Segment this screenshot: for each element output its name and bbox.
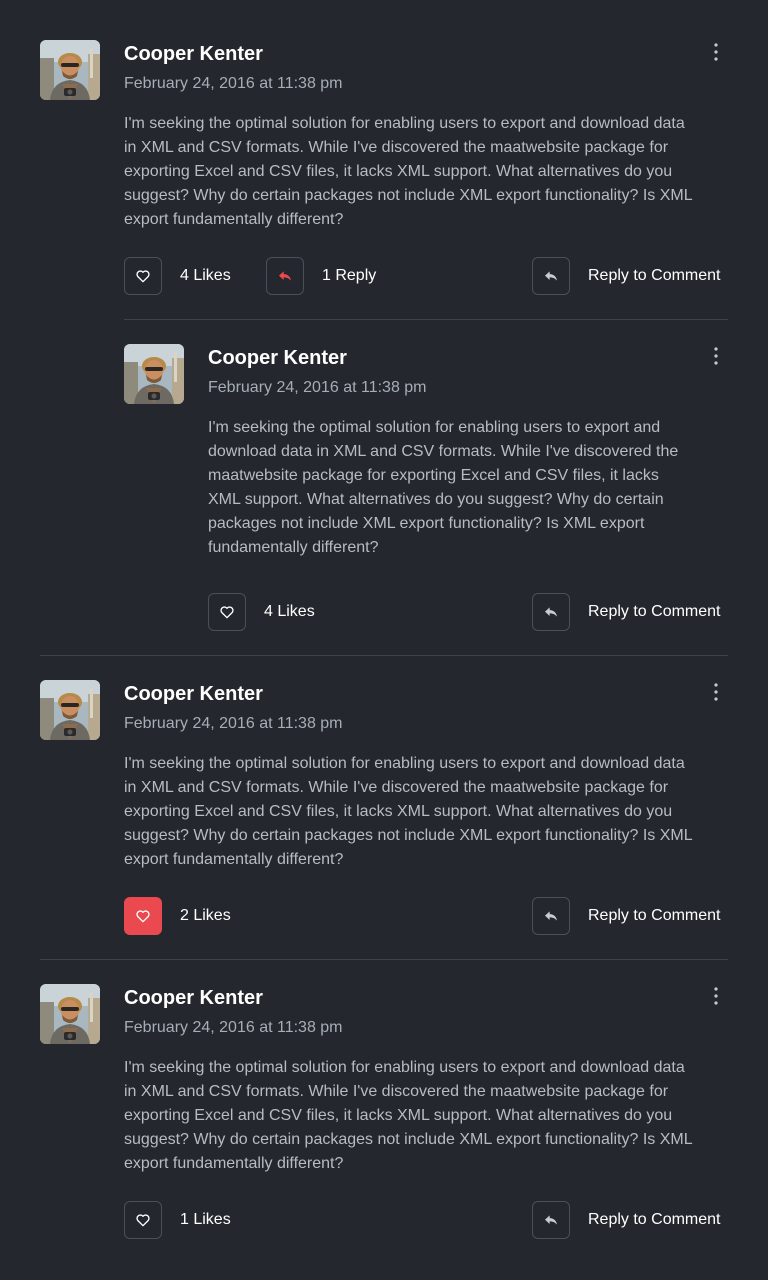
comment-text: I'm seeking the optimal solution for ena… bbox=[124, 1059, 693, 1172]
divider bbox=[124, 319, 728, 320]
reply-button[interactable] bbox=[532, 897, 570, 935]
heart-icon bbox=[220, 606, 234, 619]
reply-arrow-icon bbox=[545, 1215, 557, 1225]
comment-date: February 24, 2016 at 11:38 pm bbox=[124, 715, 343, 732]
divider bbox=[40, 655, 728, 656]
likes-count[interactable]: 1 Likes bbox=[180, 1210, 231, 1230]
avatar[interactable] bbox=[124, 344, 184, 404]
like-button[interactable] bbox=[124, 897, 162, 935]
comment-author[interactable]: Cooper Kenter bbox=[124, 42, 263, 66]
comment-text: I'm seeking the optimal solution for ena… bbox=[124, 115, 693, 228]
like-button[interactable] bbox=[208, 593, 246, 631]
likes-count[interactable]: 2 Likes bbox=[180, 906, 231, 926]
reply-to-comment-link[interactable]: Reply to Comment bbox=[588, 602, 721, 622]
reply-to-comment-link[interactable]: Reply to Comment bbox=[588, 906, 721, 926]
like-button[interactable] bbox=[124, 1201, 162, 1239]
reply-button[interactable] bbox=[532, 257, 570, 295]
divider bbox=[40, 959, 728, 960]
avatar[interactable] bbox=[40, 680, 100, 740]
more-vertical-icon[interactable] bbox=[704, 680, 728, 704]
reply-comment: Cooper Kenter February 24, 2016 at 11:38… bbox=[124, 344, 728, 634]
comment-1: Cooper Kenter February 24, 2016 at 11:38… bbox=[40, 40, 728, 300]
avatar[interactable] bbox=[40, 40, 100, 100]
reply-arrow-icon bbox=[279, 271, 291, 281]
comment-3: Cooper Kenter February 24, 2016 at 11:38… bbox=[40, 984, 728, 1244]
reply-arrow-icon bbox=[545, 271, 557, 281]
heart-icon bbox=[136, 1214, 150, 1227]
comment-author[interactable]: Cooper Kenter bbox=[124, 682, 263, 706]
comment-text: I'm seeking the optimal solution for ena… bbox=[124, 755, 693, 868]
more-vertical-icon[interactable] bbox=[704, 984, 728, 1008]
reply-button[interactable] bbox=[532, 593, 570, 631]
reply-to-comment-link[interactable]: Reply to Comment bbox=[588, 1210, 721, 1230]
heart-icon bbox=[136, 910, 150, 923]
reply-to-comment-link[interactable]: Reply to Comment bbox=[588, 266, 721, 286]
avatar[interactable] bbox=[40, 984, 100, 1044]
reply-arrow-icon bbox=[545, 911, 557, 921]
reply-arrow-icon bbox=[545, 607, 557, 617]
comment-date: February 24, 2016 at 11:38 pm bbox=[124, 75, 343, 92]
heart-icon bbox=[136, 270, 150, 283]
like-button[interactable] bbox=[124, 257, 162, 295]
likes-count[interactable]: 4 Likes bbox=[264, 602, 315, 622]
comment-author[interactable]: Cooper Kenter bbox=[208, 346, 347, 370]
comment-text: I'm seeking the optimal solution for ena… bbox=[208, 419, 679, 556]
comment-2: Cooper Kenter February 24, 2016 at 11:38… bbox=[40, 680, 728, 940]
replies-toggle-button[interactable] bbox=[266, 257, 304, 295]
replies-count[interactable]: 1 Reply bbox=[322, 266, 376, 286]
reply-button[interactable] bbox=[532, 1201, 570, 1239]
more-vertical-icon[interactable] bbox=[704, 40, 728, 64]
comment-date: February 24, 2016 at 11:38 pm bbox=[124, 1019, 343, 1036]
comment-date: February 24, 2016 at 11:38 pm bbox=[208, 379, 427, 396]
likes-count[interactable]: 4 Likes bbox=[180, 266, 231, 286]
more-vertical-icon[interactable] bbox=[704, 344, 728, 368]
comment-author[interactable]: Cooper Kenter bbox=[124, 986, 263, 1010]
